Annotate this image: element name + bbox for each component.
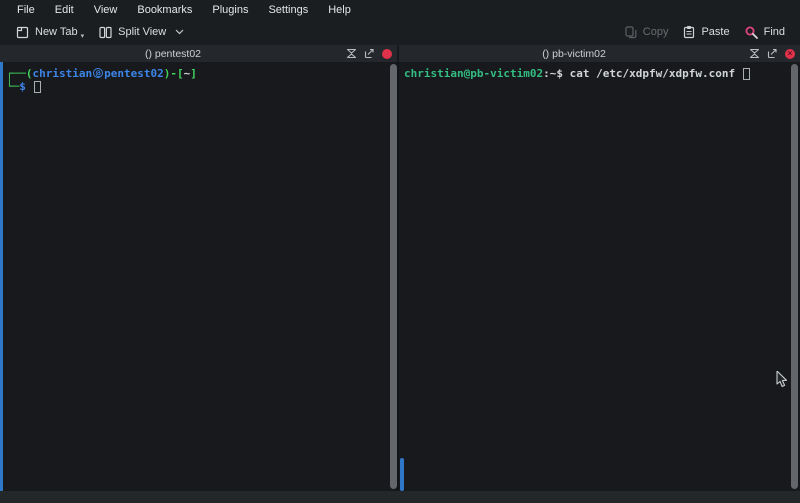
split-view-button[interactable]: Split View (91, 22, 192, 43)
menu-bar: File Edit View Bookmarks Plugins Setting… (0, 0, 800, 19)
menu-help[interactable]: Help (319, 2, 360, 18)
prompt-line-2: └─$ (6, 80, 41, 93)
right-pane-scrollbar[interactable] (791, 64, 798, 489)
maximize-pane-icon[interactable] (749, 48, 760, 59)
menu-bookmarks[interactable]: Bookmarks (128, 2, 201, 18)
konsole-window: File Edit View Bookmarks Plugins Setting… (0, 0, 800, 503)
left-pane-header[interactable]: () pentest02 (0, 45, 397, 62)
find-button[interactable]: Find (737, 22, 792, 43)
pane-divider[interactable] (397, 62, 399, 491)
paste-button[interactable]: Paste (675, 22, 736, 42)
new-tab-menu-arrow[interactable]: ▾ (81, 33, 85, 40)
menu-edit[interactable]: Edit (46, 2, 83, 18)
close-pane-button[interactable] (382, 49, 392, 59)
chevron-down-icon (174, 27, 185, 38)
terminal-cursor (34, 81, 41, 93)
detach-pane-icon[interactable] (767, 48, 778, 59)
copy-label: Copy (643, 26, 669, 38)
menu-view[interactable]: View (85, 2, 127, 18)
main-toolbar: New Tab ▾ Split View Copy Paste (0, 19, 800, 45)
right-pane-highlight-line (400, 458, 404, 491)
window-bottom-strip (0, 491, 800, 503)
right-pane-header[interactable]: () pb-victim02 × (399, 45, 800, 62)
new-tab-label: New Tab (35, 26, 78, 38)
paste-label: Paste (701, 26, 729, 38)
command-line: christian@pb-victim02:~$ cat /etc/xdpfw/… (404, 67, 750, 80)
terminal-cursor (743, 68, 750, 80)
maximize-pane-icon[interactable] (346, 48, 357, 59)
new-tab-button[interactable]: New Tab ▾ (8, 22, 91, 43)
terminal-output: christian@pb-victim02:~$ cat /etc/xdpfw/… (399, 62, 800, 80)
detach-pane-icon[interactable] (364, 48, 375, 59)
kali-at-symbol: @ (93, 68, 103, 78)
terminal-pane-pb-victim02[interactable]: christian@pb-victim02:~$ cat /etc/xdpfw/… (399, 62, 800, 491)
close-pane-button[interactable]: × (785, 49, 795, 59)
mouse-cursor (776, 371, 790, 389)
terminal-pane-pentest02[interactable]: ┌──(christian@pentest02)-[~] └─$ (0, 62, 397, 491)
copy-button: Copy (617, 22, 676, 42)
left-pane-title: () pentest02 (0, 48, 346, 60)
left-pane-scrollbar[interactable] (390, 64, 397, 489)
find-label: Find (764, 26, 785, 38)
left-pane-highlight-line (0, 62, 3, 491)
find-icon (744, 25, 759, 40)
menu-file[interactable]: File (8, 2, 44, 18)
prompt-line-1: ┌──(christian@pentest02)-[~] (6, 67, 197, 80)
terminal-output: ┌──(christian@pentest02)-[~] └─$ (0, 62, 397, 93)
paste-icon (682, 25, 696, 39)
menu-plugins[interactable]: Plugins (203, 2, 257, 18)
split-view-icon (98, 25, 113, 40)
copy-icon (624, 25, 638, 39)
menu-settings[interactable]: Settings (259, 2, 317, 18)
split-view-label: Split View (118, 26, 166, 38)
new-tab-icon (15, 25, 30, 40)
right-pane-title: () pb-victim02 (399, 48, 749, 60)
